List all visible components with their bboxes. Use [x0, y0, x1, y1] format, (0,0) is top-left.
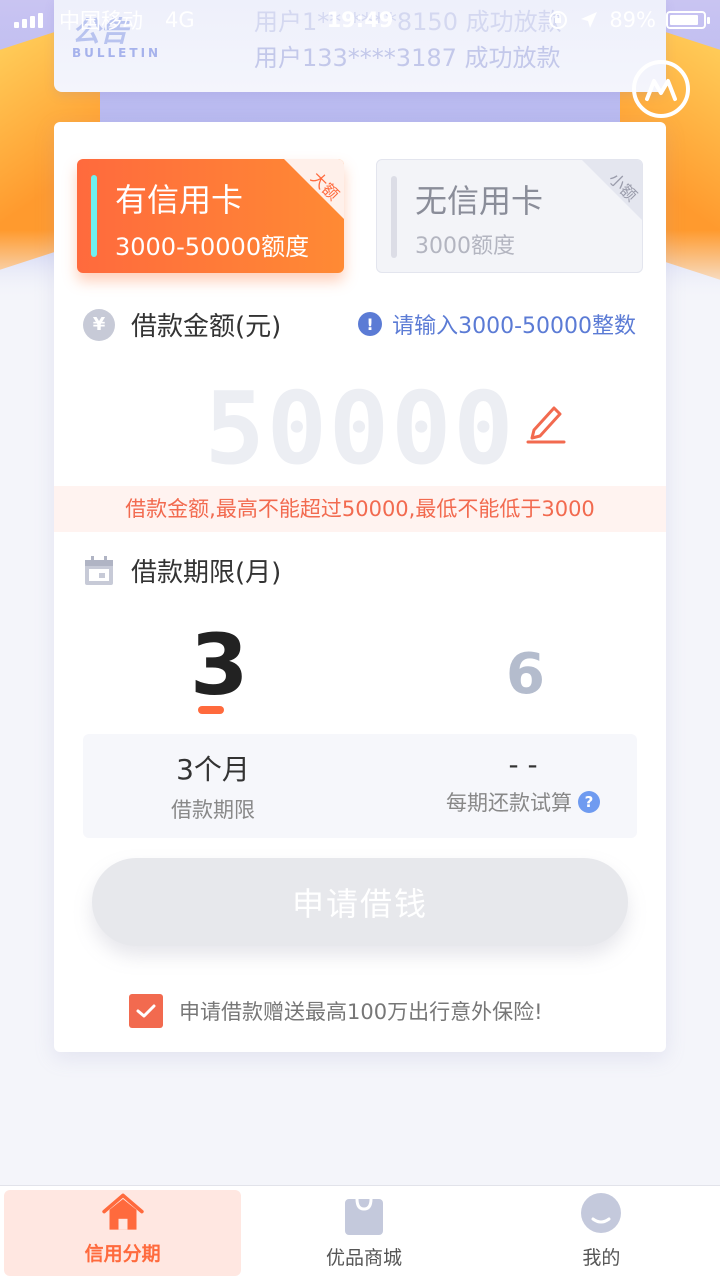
corner-badge: 大额 — [284, 159, 344, 219]
corner-badge-text: 大额 — [306, 168, 343, 205]
summary-term-value: 3个月 — [176, 753, 250, 786]
bottom-tab-bar: 信用分期 优品商城 我的 — [0, 1185, 720, 1280]
location-icon — [581, 12, 598, 28]
type-indicator — [391, 176, 397, 258]
summary-repay-label: 每期还款试算 — [446, 791, 572, 815]
amount-input[interactable]: 50000 — [54, 370, 666, 487]
term-selected-indicator — [198, 706, 224, 714]
term-option-6[interactable]: 6 — [506, 642, 545, 707]
battery-icon — [666, 11, 710, 29]
summary-term: 3个月 借款期限 — [123, 748, 303, 824]
corner-badge-text: 小额 — [604, 169, 641, 206]
shopping-bag-icon — [344, 1198, 383, 1235]
card-type-subtitle: 3000-50000额度 — [115, 233, 310, 261]
battery-percent: 89% — [609, 8, 656, 32]
tab-premium-mall[interactable]: 优品商城 — [245, 1186, 482, 1280]
agreement-checkbox[interactable] — [129, 994, 163, 1028]
summary-repay-value: - - — [508, 748, 538, 781]
yuan-icon: ¥ — [83, 308, 115, 341]
network-type: 4G — [165, 8, 195, 32]
home-icon — [101, 1193, 144, 1230]
brand-logo-icon[interactable] — [632, 60, 690, 118]
status-bar: 中国移动 4G 19:49 89% — [0, 0, 720, 40]
insurance-agreement[interactable]: 申请借款赠送最高100万出行意外保险! — [129, 994, 543, 1028]
card-type-subtitle: 3000额度 — [415, 234, 515, 259]
edit-pencil-icon[interactable] — [522, 398, 570, 446]
corner-badge: 小额 — [582, 160, 642, 220]
calendar-icon — [85, 555, 113, 585]
profile-icon — [581, 1193, 622, 1233]
bulletin-message-2: 用户133****3187 成功放款 — [254, 44, 561, 72]
amount-hint: ! 请输入3000-50000整数 — [358, 308, 636, 340]
card-type-title: 有信用卡 — [115, 181, 244, 219]
card-type-without-credit[interactable]: 无信用卡 3000额度 小额 — [376, 159, 643, 273]
loan-card: 有信用卡 3000-50000额度 大额 无信用卡 3000额度 小额 ¥ 借款… — [54, 122, 666, 1052]
checkmark-icon — [136, 1004, 156, 1018]
summary-repay-label-row: 每期还款试算 ? — [433, 787, 613, 817]
term-label-row: 借款期限(月) — [83, 552, 281, 589]
bulletin-logo-sub: BULLETIN — [72, 46, 162, 60]
card-type-title: 无信用卡 — [415, 182, 544, 220]
tab-mine[interactable]: 我的 — [483, 1186, 720, 1280]
amount-limit-note: 借款金额,最高不能超过50000,最低不能低于3000 — [54, 486, 666, 532]
summary-repay: - - 每期还款试算 ? — [433, 748, 613, 817]
tab-credit-installment[interactable]: 信用分期 — [4, 1190, 242, 1276]
signal-icon — [14, 12, 43, 28]
tab-label: 优品商城 — [325, 1247, 402, 1269]
status-time: 19:49 — [326, 8, 394, 32]
term-label: 借款期限(月) — [131, 558, 282, 588]
tab-label: 信用分期 — [84, 1243, 161, 1265]
tab-label: 我的 — [582, 1247, 621, 1269]
summary-term-label: 借款期限 — [171, 798, 255, 822]
apply-loan-button[interactable]: 申请借钱 — [92, 858, 628, 946]
carrier-name: 中国移动 — [59, 9, 143, 33]
amount-label: 借款金额(元) — [131, 312, 282, 342]
card-type-with-credit[interactable]: 有信用卡 3000-50000额度 大额 — [77, 159, 344, 273]
orientation-lock-icon — [549, 11, 568, 29]
amount-label-row: ¥ 借款金额(元) — [83, 306, 281, 343]
amount-hint-text: 请输入3000-50000整数 — [392, 314, 636, 339]
loan-summary: 3个月 借款期限 - - 每期还款试算 ? — [83, 734, 637, 838]
type-indicator — [91, 175, 97, 257]
info-icon: ! — [358, 312, 383, 336]
help-icon[interactable]: ? — [578, 791, 600, 813]
term-option-3[interactable]: 3 — [190, 616, 248, 714]
agreement-text: 申请借款赠送最高100万出行意外保险! — [179, 1000, 543, 1024]
